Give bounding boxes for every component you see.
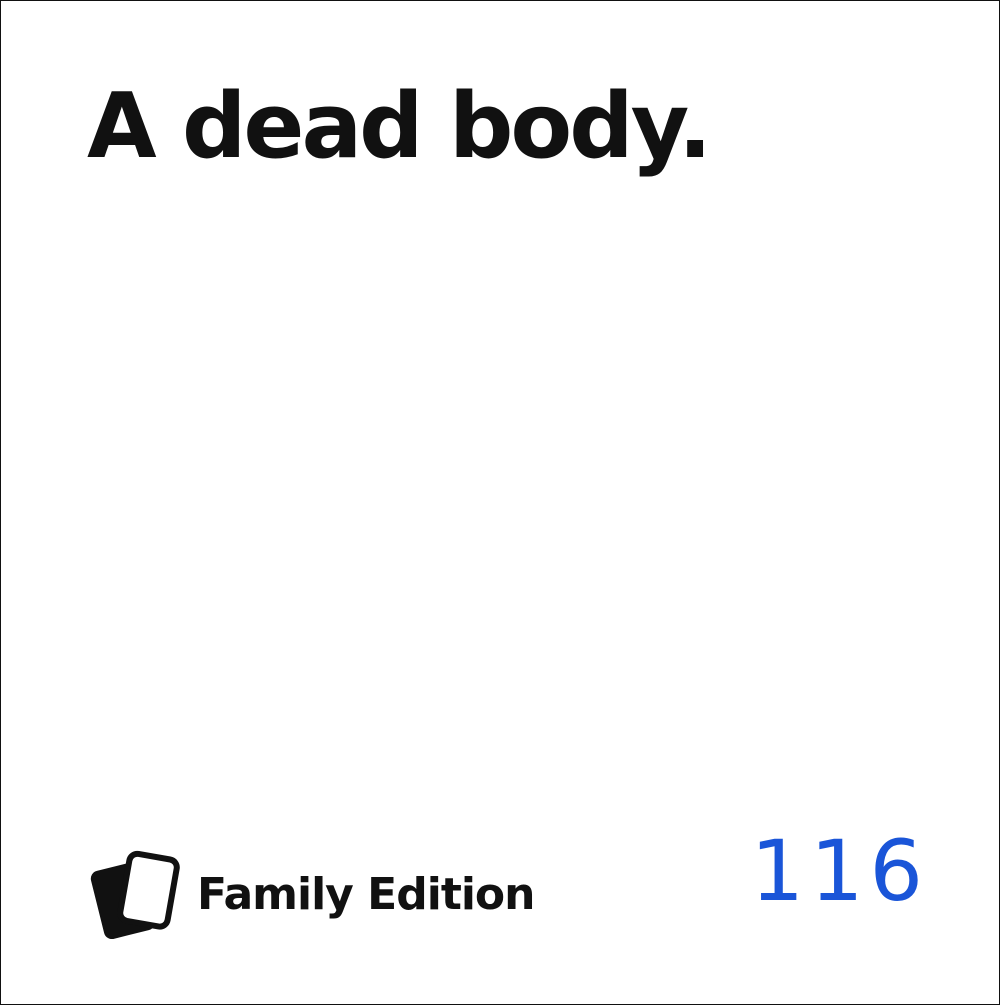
stacked-cards-icon [90, 850, 180, 939]
card-text: A dead body. [87, 74, 712, 179]
game-card: A dead body. Family Edition 116 [0, 0, 1000, 1005]
brand-label: Family Edition [197, 868, 535, 920]
card-number: 116 [750, 822, 929, 920]
brand-footer: Family Edition [89, 849, 535, 939]
